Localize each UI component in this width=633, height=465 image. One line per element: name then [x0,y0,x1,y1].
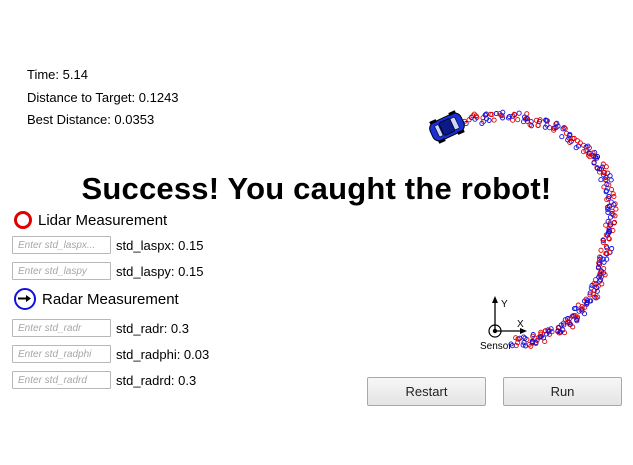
lidar-measurement-point [515,117,521,123]
success-banner: Success! You caught the robot! [81,171,552,206]
axis-y-label: Y [501,299,508,310]
time-readout: Time: 5.14 [27,67,88,82]
std-radphi-input[interactable] [12,345,111,363]
lidar-measurement-point [603,222,609,228]
lidar-title: Lidar Measurement [38,211,168,229]
std-radphi-label: std_radphi: 0.03 [116,347,210,362]
radar-title: Radar Measurement [42,290,179,308]
radar-measurement-point [559,134,565,140]
lidar-legend: Lidar Measurement [14,208,167,232]
std-radr-input[interactable] [12,319,111,337]
std-laspx-input[interactable] [12,236,111,254]
std-radrd-label: std_radrd: 0.3 [116,373,197,388]
radar-measurement-point [605,209,611,215]
measurement-trail [455,109,619,349]
std-radr-label: std_radr: 0.3 [116,321,189,336]
radar-measurement-point [581,311,588,317]
std-laspy-input[interactable] [12,262,111,280]
restart-button[interactable]: Restart [367,377,486,406]
car-icon [429,110,465,144]
axis-x-label: X [517,319,524,330]
lidar-marker-icon [14,211,32,229]
std-radrd-input[interactable] [12,371,111,389]
lidar-measurement-point [547,125,553,131]
sensor-label: Sensor [480,341,512,352]
radar-measurement-point [520,342,526,348]
distance-to-target-readout: Distance to Target: 0.1243 [27,90,179,105]
best-distance-readout: Best Distance: 0.0353 [27,112,155,127]
radar-measurement-point [516,110,522,116]
lidar-measurement-point [491,117,497,123]
std-laspy-label: std_laspy: 0.15 [116,264,204,279]
radar-measurement-point [607,214,614,220]
run-button[interactable]: Run [503,377,622,406]
radar-legend: Radar Measurement [14,287,179,311]
std-laspx-label: std_laspx: 0.15 [116,238,204,253]
lidar-measurement-point [598,247,604,253]
radar-marker-icon [14,288,36,310]
